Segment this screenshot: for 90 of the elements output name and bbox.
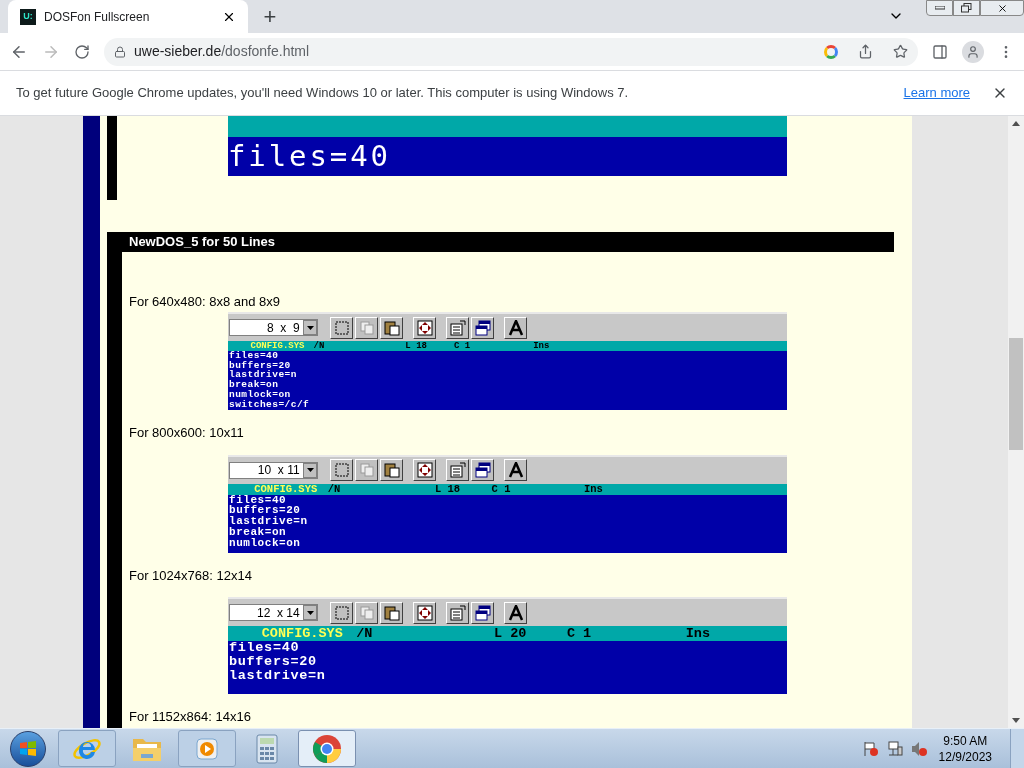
line-indicator: L 18 xyxy=(434,483,461,495)
code-line: buffers=20 xyxy=(228,655,318,669)
scroll-up-arrow-icon[interactable] xyxy=(1012,121,1020,126)
muted-speaker-icon[interactable] xyxy=(910,740,927,757)
code-line: files=40 xyxy=(228,138,392,175)
window-icon[interactable] xyxy=(471,316,494,339)
paste-icon[interactable] xyxy=(380,601,403,624)
insert-mode: Ins xyxy=(533,341,550,351)
switch-label: /N xyxy=(356,626,373,641)
code-line: break=on xyxy=(228,526,288,538)
scrollbar-thumb[interactable] xyxy=(1009,338,1023,450)
side-panel-icon[interactable] xyxy=(932,43,948,60)
media-player-icon xyxy=(194,735,220,762)
code-line: files=40 xyxy=(228,351,280,361)
windows-logo-icon xyxy=(19,739,37,758)
clock-date[interactable]: 12/9/2023 xyxy=(938,748,992,765)
insert-mode: Ins xyxy=(584,483,603,495)
lock-icon xyxy=(114,45,126,58)
font-size-dropdown[interactable]: 12 x 14 xyxy=(229,604,318,621)
site-favicon: U: xyxy=(20,8,36,25)
taskbar-button[interactable] xyxy=(298,730,356,767)
switch-label: /N xyxy=(327,483,341,495)
update-message: To get future Google Chrome updates, you'll need Windows 10 or later. This computer is using Windows 7. xyxy=(16,84,630,103)
line-indicator: L 18 xyxy=(405,341,427,351)
resolution-caption: For 800x600: 10x11 xyxy=(129,424,245,442)
new-tab-button[interactable]: + xyxy=(256,3,284,31)
font-icon[interactable] xyxy=(504,601,527,624)
profile-avatar-icon[interactable] xyxy=(962,40,984,63)
paste-icon[interactable] xyxy=(380,459,403,481)
file-name: CONFIG.SYS xyxy=(250,341,305,351)
resolution-caption: For 1152x864: 14x16 xyxy=(129,708,252,726)
line-indicator: L 20 xyxy=(493,626,527,641)
chrome-icon xyxy=(312,733,342,764)
file-name: CONFIG.SYS xyxy=(261,626,343,641)
address-bar[interactable]: uwe-sieber.de/dosfonfe.html xyxy=(104,37,918,66)
select-icon[interactable] xyxy=(330,459,353,481)
fullscreen-icon[interactable] xyxy=(413,601,436,624)
code-line: switches=/c/f xyxy=(228,399,311,410)
section-title: NewDOS_5 for 50 Lines xyxy=(129,233,275,251)
properties-icon[interactable] xyxy=(446,316,469,339)
learn-more-link[interactable]: Learn more xyxy=(903,83,970,103)
google-icon[interactable] xyxy=(824,44,838,59)
tab-title: DOSFon Fullscreen xyxy=(44,8,151,26)
calculator-icon xyxy=(255,733,279,764)
bookmark-star-icon[interactable] xyxy=(893,44,908,59)
paste-icon[interactable] xyxy=(380,316,403,339)
switch-label: /N xyxy=(313,341,325,351)
resolution-caption: For 1024x768: 12x14 xyxy=(129,566,253,585)
start-button[interactable] xyxy=(10,730,46,767)
font-icon[interactable] xyxy=(504,459,527,481)
window-icon[interactable] xyxy=(471,601,494,624)
copy-icon[interactable] xyxy=(355,316,378,339)
resolution-caption: For 640x480: 8x8 and 8x9 xyxy=(129,292,282,311)
browser-tab[interactable]: U: DOSFon Fullscreen xyxy=(8,0,248,33)
code-line: break=on xyxy=(228,380,279,390)
select-icon[interactable] xyxy=(330,601,353,624)
clock-time[interactable]: 9:50 AM xyxy=(943,732,988,749)
insert-mode: Ins xyxy=(685,626,710,641)
code-line: lastdrive=n xyxy=(228,669,327,683)
scrollbar[interactable] xyxy=(1008,116,1024,728)
code-line: numlock=on xyxy=(228,537,302,549)
copy-icon[interactable] xyxy=(355,601,378,624)
reload-icon[interactable] xyxy=(74,43,90,60)
select-icon[interactable] xyxy=(330,316,353,339)
font-size-dropdown[interactable]: 8 x 9 xyxy=(229,319,318,336)
action-center-flag-icon[interactable] xyxy=(862,740,879,757)
copy-icon[interactable] xyxy=(355,459,378,481)
properties-icon[interactable] xyxy=(446,459,469,481)
code-line: lastdrive=n xyxy=(228,516,309,527)
properties-icon[interactable] xyxy=(446,601,469,624)
code-line: lastdrive=n xyxy=(228,370,298,381)
file-name: CONFIG.SYS xyxy=(254,483,318,495)
window-icon[interactable] xyxy=(471,459,494,481)
code-line: files=40 xyxy=(228,641,301,655)
column-indicator: C 1 xyxy=(453,341,471,351)
network-icon[interactable] xyxy=(886,740,903,757)
code-line: numlock=on xyxy=(228,389,292,400)
fullscreen-icon[interactable] xyxy=(413,316,436,339)
restore-icon[interactable] xyxy=(953,0,980,16)
code-line: buffers=20 xyxy=(228,360,291,371)
font-icon[interactable] xyxy=(504,316,527,339)
url-text: uwe-sieber.de/dosfonfe.html xyxy=(134,42,311,61)
code-line: files=40 xyxy=(228,494,287,506)
scroll-down-arrow-icon[interactable] xyxy=(1012,718,1020,723)
share-icon[interactable] xyxy=(858,44,873,59)
fullscreen-icon[interactable] xyxy=(413,459,436,481)
column-indicator: C 1 xyxy=(566,626,592,641)
code-line: buffers=20 xyxy=(228,505,301,517)
font-size-dropdown[interactable]: 10 x 11 xyxy=(229,461,318,479)
column-indicator: C 1 xyxy=(491,483,511,495)
